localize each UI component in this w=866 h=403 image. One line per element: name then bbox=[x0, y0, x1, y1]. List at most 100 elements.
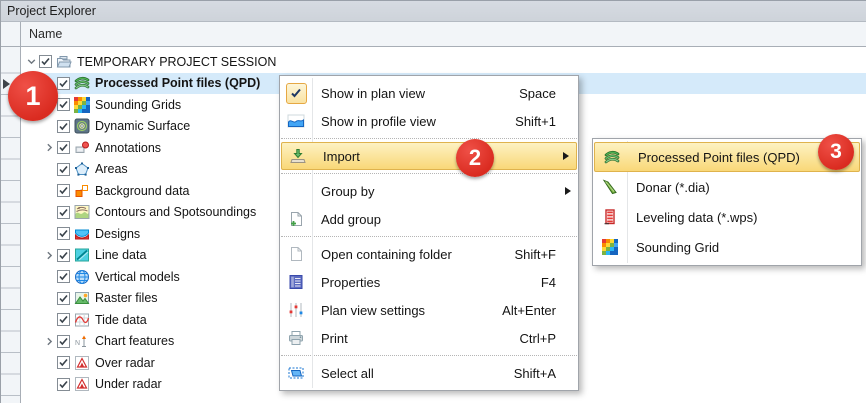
menu-item-properties[interactable]: Properties F4 bbox=[280, 268, 578, 296]
menu-item-shortcut: Alt+Enter bbox=[502, 303, 578, 318]
item-checkbox[interactable] bbox=[39, 55, 52, 68]
chevron-right-icon[interactable] bbox=[42, 248, 57, 263]
selection-marquee-icon bbox=[280, 364, 312, 382]
vertical-models-icon bbox=[74, 269, 90, 285]
tree-item-temporary-project-session[interactable]: TEMPORARY PROJECT SESSION bbox=[22, 51, 866, 73]
chevron-spacer bbox=[42, 183, 57, 198]
menu-item-group-by[interactable]: Group by bbox=[280, 177, 578, 205]
tide-data-icon bbox=[74, 312, 90, 328]
menu-item-label: Sounding Grid bbox=[636, 240, 719, 255]
tree-item-label: Background data bbox=[95, 184, 196, 198]
menu-item-label: Donar (*.dia) bbox=[636, 180, 710, 195]
row-indicator-column-header bbox=[1, 22, 21, 46]
chevron-spacer bbox=[42, 119, 57, 134]
chevron-spacer bbox=[42, 162, 57, 177]
chevron-down-icon[interactable] bbox=[24, 54, 39, 69]
item-checkbox[interactable] bbox=[57, 249, 70, 262]
menu-item-plan-view-settings[interactable]: Plan view settings Alt+Enter bbox=[280, 296, 578, 324]
import-tray-icon bbox=[282, 147, 314, 165]
printer-icon bbox=[280, 329, 312, 347]
raster-files-icon bbox=[74, 290, 90, 306]
item-checkbox[interactable] bbox=[57, 206, 70, 219]
tree-item-label: Under radar bbox=[95, 377, 168, 391]
chevron-spacer bbox=[42, 205, 57, 220]
badge-number: 1 bbox=[25, 81, 40, 112]
item-checkbox[interactable] bbox=[57, 98, 70, 111]
menu-item-label: Plan view settings bbox=[321, 303, 425, 318]
menu-item-label: Import bbox=[323, 149, 360, 164]
menu-item-label: Add group bbox=[321, 212, 381, 227]
line-data-icon bbox=[74, 247, 90, 263]
profile-chart-icon bbox=[280, 113, 312, 129]
item-checkbox[interactable] bbox=[57, 77, 70, 90]
menu-item-import[interactable]: Import bbox=[281, 142, 577, 170]
menu-item-show-in-profile-view[interactable]: Show in profile view Shift+1 bbox=[280, 107, 578, 135]
background-data-icon bbox=[74, 183, 90, 199]
designs-icon bbox=[74, 226, 90, 242]
item-checkbox[interactable] bbox=[57, 120, 70, 133]
qpd-swath-icon bbox=[74, 75, 90, 91]
menu-item-label: Processed Point files (QPD) bbox=[638, 150, 800, 165]
menu-item-shortcut: Shift+A bbox=[514, 366, 578, 381]
tree-item-label: Line data bbox=[95, 248, 152, 262]
dynamic-surface-icon bbox=[74, 118, 90, 134]
item-checkbox[interactable] bbox=[57, 292, 70, 305]
checkmark-toggled-icon bbox=[280, 83, 312, 104]
chevron-spacer bbox=[42, 355, 57, 370]
menu-item-open-containing-folder[interactable]: Open containing folder Shift+F bbox=[280, 240, 578, 268]
menu-item-select-all[interactable]: Select all Shift+A bbox=[280, 359, 578, 387]
tree-item-label: Chart features bbox=[95, 334, 180, 348]
name-column-header[interactable]: Name bbox=[29, 22, 62, 46]
tree-item-label: Annotations bbox=[95, 141, 167, 155]
menu-item-label: Group by bbox=[321, 184, 374, 199]
areas-icon bbox=[74, 161, 90, 177]
item-checkbox[interactable] bbox=[57, 227, 70, 240]
annotations-icon bbox=[74, 140, 90, 156]
submenu-item-donar[interactable]: Donar (*.dia) bbox=[593, 172, 861, 202]
menu-item-shortcut: Shift+F bbox=[514, 247, 578, 262]
tree-item-label: Dynamic Surface bbox=[95, 119, 196, 133]
submenu-item-sounding-grid[interactable]: Sounding Grid bbox=[593, 232, 861, 262]
submenu-arrow-icon bbox=[565, 187, 571, 195]
menu-item-print[interactable]: Print Ctrl+P bbox=[280, 324, 578, 352]
menu-item-shortcut: Ctrl+P bbox=[520, 331, 578, 346]
item-checkbox[interactable] bbox=[57, 141, 70, 154]
tree-item-label: Over radar bbox=[95, 356, 161, 370]
tree-item-label: Areas bbox=[95, 162, 134, 176]
properties-sheet-icon bbox=[280, 273, 312, 291]
menu-item-label: Open containing folder bbox=[321, 247, 452, 262]
badge-number: 2 bbox=[469, 145, 481, 171]
page-plus-icon bbox=[280, 210, 312, 228]
qpd-swath-icon bbox=[595, 149, 629, 165]
menu-item-label: Print bbox=[321, 331, 348, 346]
tree-item-label: Sounding Grids bbox=[95, 98, 187, 112]
callout-badge-2: 2 bbox=[456, 139, 494, 177]
tree-item-label: Raster files bbox=[95, 291, 164, 305]
item-checkbox[interactable] bbox=[57, 184, 70, 197]
menu-item-label: Select all bbox=[321, 366, 374, 381]
menu-item-add-group[interactable]: Add group bbox=[280, 205, 578, 233]
item-checkbox[interactable] bbox=[57, 163, 70, 176]
item-checkbox[interactable] bbox=[57, 356, 70, 369]
svg-text:N: N bbox=[75, 340, 80, 347]
menu-item-show-in-plan-view[interactable]: Show in plan view Space bbox=[280, 79, 578, 107]
chart-features-icon: N bbox=[74, 333, 90, 349]
submenu-arrow-icon bbox=[563, 152, 569, 160]
column-header: Name bbox=[1, 22, 866, 47]
menu-separator bbox=[281, 355, 577, 356]
item-checkbox[interactable] bbox=[57, 335, 70, 348]
menu-separator bbox=[281, 173, 577, 174]
chevron-spacer bbox=[42, 312, 57, 327]
item-checkbox[interactable] bbox=[57, 270, 70, 283]
submenu-item-leveling-data[interactable]: Leveling data (*.wps) bbox=[593, 202, 861, 232]
chevron-right-icon[interactable] bbox=[42, 140, 57, 155]
tree-item-label: Vertical models bbox=[95, 270, 186, 284]
item-checkbox[interactable] bbox=[57, 313, 70, 326]
blank-page-icon bbox=[280, 245, 312, 263]
color-grid-icon bbox=[593, 239, 627, 255]
green-swoosh-icon bbox=[593, 178, 627, 196]
project-explorer-panel: Project Explorer Name TEMPORARY PROJECT … bbox=[0, 0, 866, 403]
chevron-right-icon[interactable] bbox=[42, 334, 57, 349]
chevron-spacer bbox=[42, 377, 57, 392]
item-checkbox[interactable] bbox=[57, 378, 70, 391]
